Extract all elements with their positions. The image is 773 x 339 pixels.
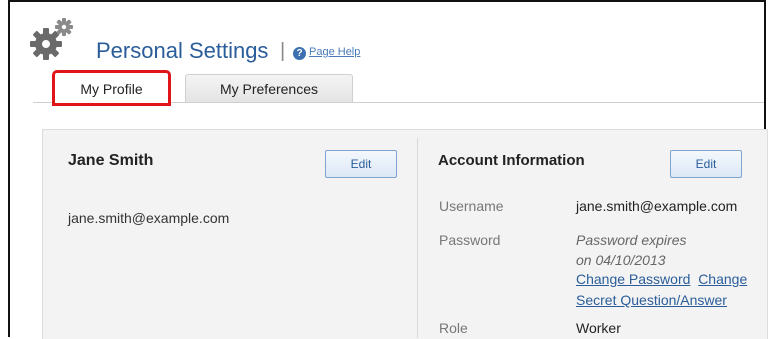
panel-divider [417, 138, 418, 338]
tab-my-preferences[interactable]: My Preferences [185, 74, 353, 102]
edit-account-button[interactable]: Edit [670, 150, 742, 178]
page-title: Personal Settings [96, 38, 269, 63]
password-links-row: Change Password Change [576, 271, 747, 287]
password-expires-line2: on 04/10/2013 [576, 252, 666, 268]
change-secret-question-link[interactable]: Secret Question/Answer [576, 292, 727, 308]
role-label: Role [439, 320, 468, 336]
role-value: Worker [576, 320, 621, 336]
edit-profile-button[interactable]: Edit [325, 150, 397, 178]
change-secret-row: Secret Question/Answer [576, 292, 727, 308]
change-password-link[interactable]: Change Password [576, 271, 690, 287]
profile-name: Jane Smith [68, 152, 154, 169]
profile-email: jane.smith@example.com [68, 210, 230, 226]
change-secret-link-start[interactable]: Change [698, 271, 747, 287]
username-label: Username [439, 198, 504, 214]
password-label: Password [439, 232, 501, 248]
tab-my-profile[interactable]: My Profile [52, 70, 171, 106]
settings-window: Personal Settings | ? Page Help My Profi… [8, 0, 768, 339]
profile-panel: Jane Smith Edit jane.smith@example.com A… [42, 129, 768, 339]
page-help-link[interactable]: Page Help [309, 46, 360, 58]
gear-icon [30, 18, 73, 60]
username-value: jane.smith@example.com [576, 198, 738, 214]
help-icon[interactable]: ? [293, 47, 306, 60]
account-info-title: Account Information [438, 152, 585, 169]
title-separator: | [280, 40, 286, 62]
password-expires-line1: Password expires [576, 232, 687, 248]
